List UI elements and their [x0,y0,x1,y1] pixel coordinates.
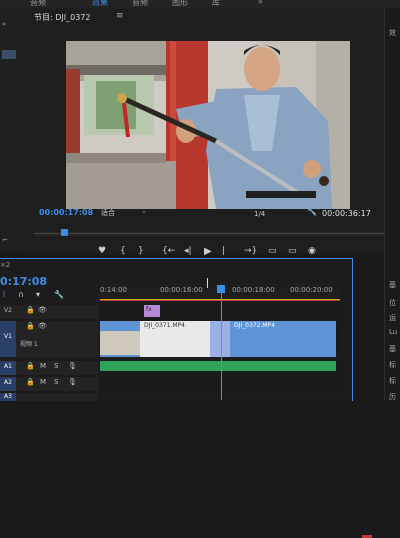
lock-icon[interactable]: 🔒 [26,378,35,386]
transition[interactable] [210,321,230,357]
right-panel-strip: 效 基 位 运 Lu 基 标 标 历 [384,8,400,402]
right-panel-label[interactable]: 位 [389,298,396,308]
clip-name: DJI_0371.MP4 [144,322,185,329]
timeline-playhead[interactable] [217,285,225,293]
program-monitor-title[interactable]: 节目: DJI_0372 [34,12,90,23]
ruler-tick-label: 0:14:00 [100,286,127,294]
lane-a1 [100,361,340,375]
right-panel-label[interactable]: 标 [389,376,396,386]
panel-overflow-icon[interactable]: » [2,20,6,28]
scrub-playhead[interactable] [61,229,68,236]
panel-resize-icon[interactable]: ⌐ [2,236,8,244]
video-frame-image [66,41,350,209]
play-button[interactable]: ▶ [204,246,212,257]
clip-thumbnail [100,331,140,355]
ruler-tick-label: 00:00:18:00 [232,286,275,294]
monitor-scrub-bar[interactable] [34,229,384,236]
mark-out-button[interactable]: } [138,246,144,256]
video-clip[interactable]: DJI_0371.MP4 [140,321,210,357]
mute-button[interactable]: M [40,378,46,386]
workspace-tab-bar: 音频 效果 音频 图形 库 » [0,0,400,8]
track-name[interactable]: V1 [4,333,12,340]
panel-menu-icon[interactable]: ≡ [116,11,124,21]
selected-bin-item[interactable] [2,50,16,59]
render-bar [100,300,340,301]
scrub-track [34,233,384,234]
step-back-button[interactable]: ◂| [184,246,192,256]
track-header-v2: V2 🔒 👁 [0,305,98,319]
track-name[interactable]: A2 [4,379,12,386]
eye-icon[interactable]: 👁 [38,306,47,314]
mic-icon[interactable]: 🎙 [68,362,77,370]
track-name[interactable]: A1 [4,363,12,370]
tab-audio-2[interactable]: 音频 [132,0,148,8]
video-frame [66,41,350,209]
tab-overflow[interactable]: » [258,0,263,6]
track-header-v1: V1 🔒 👁 视频 1 [0,321,98,357]
linked-selection-icon[interactable]: ∩ [18,290,24,299]
extract-button[interactable]: ▭ [288,246,297,256]
track-name[interactable]: A3 [4,393,12,400]
tab-libraries[interactable]: 库 [212,0,220,8]
right-panel-label[interactable]: 标 [389,360,396,370]
video-clip[interactable] [100,321,140,357]
audio-clip[interactable] [100,361,336,371]
track-header-a1: A1 🔒 M S 🎙 [0,361,98,375]
timeline-panel: ×2 0:17:08 ⌇ ∩ ▾ 🔧 0:14:00 00:00:16:00 0… [0,258,372,538]
tab-effects[interactable]: 效果 [92,0,108,8]
go-to-out-button[interactable]: →} [244,246,257,256]
ruler-tick-label: 00:00:16:00 [160,286,203,294]
mute-button[interactable]: M [40,362,46,370]
solo-button[interactable]: S [54,378,58,386]
sequence-tab[interactable]: ×2 [0,261,10,269]
video-clip[interactable]: DJI_0372.MP4 [230,321,336,357]
wrench-icon[interactable]: 🔧 [307,207,317,216]
right-panel-label[interactable]: 运 [389,313,396,323]
timeline-playhead-line[interactable] [221,290,222,400]
playback-resolution-select[interactable]: 1/4 [254,210,265,218]
lane-a2 [100,377,340,391]
right-panel-label[interactable]: 效 [389,28,396,38]
go-to-in-button[interactable]: {← [162,246,175,256]
snap-icon[interactable]: ⌇ [2,290,6,299]
lock-icon[interactable]: 🔒 [26,362,35,370]
solo-button[interactable]: S [54,362,58,370]
program-monitor: 节目: DJI_0372 ≡ 00:00:17:08 适合 ⌄ 1/4 🔧 00… [26,8,395,266]
lock-icon[interactable]: 🔒 [26,306,35,314]
mark-in-button[interactable]: { [120,246,126,256]
sequence-duration: 00:00:36:17 [322,209,371,218]
tab-graphics[interactable]: 图形 [172,0,188,8]
fx-badge: fx [146,306,152,313]
track-header-a2: A2 🔒 M S 🎙 [0,377,98,391]
adjustment-clip[interactable]: fx [144,305,160,317]
track-label[interactable]: 视频 1 [20,339,38,348]
add-marker-button[interactable]: ♥ [98,246,106,256]
right-panel-label[interactable]: 历 [389,392,396,402]
ruler-tick-label: 00:00:20:00 [290,286,333,294]
add-marker-icon[interactable]: ▾ [36,290,40,299]
right-panel-label[interactable]: Lu [389,328,397,336]
right-panel-label[interactable]: 基 [389,344,396,354]
zoom-fit-select[interactable]: 适合 [101,208,115,218]
lock-icon[interactable]: 🔒 [26,322,35,330]
mouse-cursor [207,278,208,288]
timeline-timecode[interactable]: 0:17:08 [0,275,47,288]
export-frame-button[interactable]: ◉ [308,246,316,256]
tab-audio[interactable]: 音频 [30,0,46,8]
lift-button[interactable]: ▭ [268,246,277,256]
lane-v2: fx [100,305,340,319]
chevron-down-icon[interactable]: ⌄ [141,207,147,215]
lane-v1: DJI_0371.MP4 DJI_0372.MP4 [100,321,340,357]
playhead-timecode[interactable]: 00:00:17:08 [39,208,93,217]
clip-name: DJI_0372.MP4 [234,322,275,329]
project-panel-edge: » ⌐ [0,8,27,252]
track-name[interactable]: V2 [4,307,12,314]
mic-icon[interactable]: 🎙 [68,378,77,386]
right-panel-label[interactable]: 基 [389,280,396,290]
wrench-icon[interactable]: 🔧 [54,290,64,299]
eye-icon[interactable]: 👁 [38,322,47,330]
